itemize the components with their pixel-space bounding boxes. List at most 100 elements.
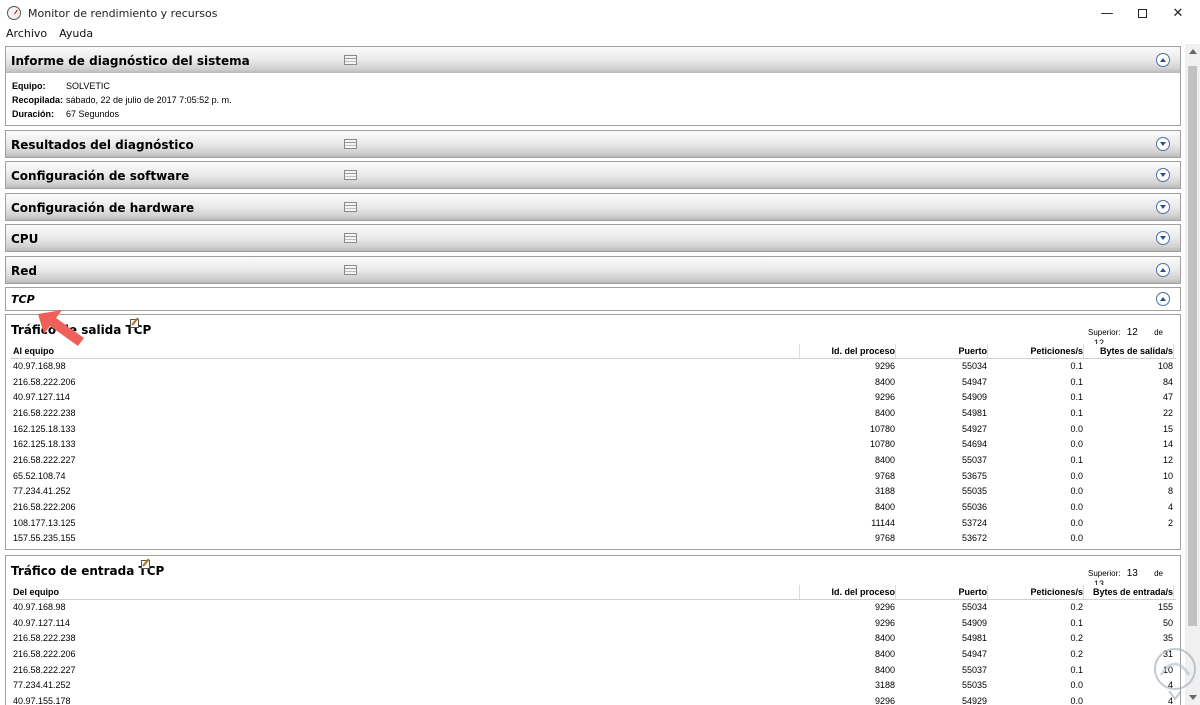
section-header[interactable]: Configuración de hardware — [6, 194, 1180, 220]
report-summary: Equipo: SOLVETIC Recopilada: sábado, 22 … — [6, 73, 1180, 121]
table-cell: 47 — [1162, 392, 1173, 403]
section-header[interactable]: Configuración de software — [6, 162, 1180, 188]
table-cell: 15 — [1162, 423, 1173, 434]
column-header[interactable]: Puerto — [898, 585, 990, 600]
menu-archivo[interactable]: Archivo — [0, 26, 53, 42]
table-row: 216.58.222.206 8400 55036 0.0 4 — [10, 499, 1176, 515]
table-cell: 50 — [1162, 617, 1173, 628]
vertical-scrollbar[interactable] — [1185, 44, 1200, 705]
table-row: 40.97.168.98 9296 55034 0.1 108 — [10, 358, 1176, 374]
section-cpu: CPU — [5, 224, 1181, 252]
table-view-icon[interactable] — [344, 139, 357, 149]
table-cell: 0.0 — [1070, 695, 1083, 705]
summary-label: Recopilada: — [12, 95, 64, 105]
column-header[interactable]: Al equipo — [10, 344, 802, 359]
table-view-icon[interactable] — [344, 55, 357, 65]
table-cell: 0.1 — [1070, 454, 1083, 465]
table-row: 216.58.222.206 8400 54947 0.1 84 — [10, 374, 1176, 390]
column-header[interactable]: Id. del proceso — [802, 585, 898, 600]
summary-label: Duración: — [12, 109, 55, 119]
column-header[interactable]: Peticiones/s — [990, 344, 1086, 359]
table-row: 65.52.108.74 9768 53675 0.0 10 — [10, 468, 1176, 484]
table-cell: 55036 — [961, 502, 987, 513]
table-cell: 0.1 — [1070, 361, 1083, 372]
edit-icon[interactable] — [141, 560, 150, 569]
table-row: 77.234.41.252 3188 55035 0.0 4 — [10, 677, 1176, 693]
column-header[interactable]: Del equipo — [10, 585, 802, 600]
column-header[interactable]: Peticiones/s — [990, 585, 1086, 600]
section-hardware-config: Configuración de hardware — [5, 193, 1181, 221]
table-row: 216.58.222.238 8400 54981 0.2 35 — [10, 630, 1176, 646]
table-cell: 9296 — [874, 617, 895, 628]
collapse-toggle-icon[interactable] — [1156, 53, 1170, 67]
table-cell: 40.97.168.98 — [13, 361, 66, 372]
table-cell: 55037 — [961, 454, 987, 465]
table-row: 40.97.168.98 9296 55034 0.2 155 — [10, 599, 1176, 615]
section-title: Red — [11, 264, 37, 278]
section-title: CPU — [11, 232, 39, 246]
column-header[interactable]: Id. del proceso — [802, 344, 898, 359]
collapse-toggle-icon[interactable] — [1156, 292, 1170, 306]
table-row: 216.58.222.227 8400 55037 0.1 10 — [10, 662, 1176, 678]
menu-ayuda[interactable]: Ayuda — [53, 26, 99, 42]
table-cell: 40.97.127.114 — [13, 617, 70, 628]
table-row: 162.125.18.133 10780 54694 0.0 14 — [10, 436, 1176, 452]
section-red: Red — [5, 256, 1181, 284]
table-cell: 0.0 — [1070, 502, 1083, 513]
table-cell: 55034 — [961, 361, 987, 372]
table-cell: 40.97.168.98 — [13, 602, 66, 613]
expand-toggle-icon[interactable] — [1156, 168, 1170, 182]
section-header[interactable]: TCP — [6, 288, 1180, 310]
table-cell: 0.2 — [1070, 633, 1083, 644]
table-cell: 0.0 — [1070, 517, 1083, 528]
table-cell: 55037 — [961, 664, 987, 675]
table-cell: 22 — [1162, 407, 1173, 418]
expand-toggle-icon[interactable] — [1156, 231, 1170, 245]
table-view-icon[interactable] — [344, 170, 357, 180]
close-button[interactable]: ✕ — [1155, 0, 1200, 26]
table-view-icon[interactable] — [344, 265, 357, 275]
section-header-report[interactable]: Informe de diagnóstico del sistema — [6, 47, 1180, 73]
table-cell: 216.58.222.238 — [13, 633, 76, 644]
table-cell: 53672 — [961, 533, 987, 544]
expand-toggle-icon[interactable] — [1156, 200, 1170, 214]
scroll-up-icon[interactable] — [1185, 44, 1200, 59]
section-header[interactable]: CPU — [6, 225, 1180, 251]
collapse-toggle-icon[interactable] — [1156, 263, 1170, 277]
table-cell: 8400 — [874, 633, 895, 644]
column-header[interactable]: Bytes de salida/s — [1086, 344, 1176, 359]
edit-icon[interactable] — [130, 319, 139, 328]
table-cell: 65.52.108.74 — [13, 470, 66, 481]
table-cell: 9296 — [874, 361, 895, 372]
table-cell: 0.0 — [1070, 533, 1083, 544]
table-cell: 54694 — [961, 439, 987, 450]
scrollbar-thumb[interactable] — [1188, 66, 1197, 626]
table-cell: 216.58.222.206 — [13, 648, 76, 659]
table-cell: 2 — [1167, 517, 1173, 528]
table-cell: 11144 — [871, 517, 895, 528]
table-cell: 0.2 — [1070, 648, 1083, 659]
table-cell: 9296 — [874, 602, 895, 613]
table-cell: 3188 — [874, 680, 895, 691]
column-header[interactable]: Bytes de entrada/s — [1086, 585, 1176, 600]
section-title: Informe de diagnóstico del sistema — [11, 54, 250, 68]
table-cell: 54947 — [961, 376, 987, 387]
table-cell: 10 — [1162, 470, 1173, 481]
section-title: Resultados del diagnóstico — [11, 138, 194, 152]
table-cell: 14 — [1162, 439, 1173, 450]
table-cell: 55035 — [961, 680, 987, 691]
section-header[interactable]: Red — [6, 257, 1180, 283]
expand-toggle-icon[interactable] — [1156, 137, 1170, 151]
table-view-icon[interactable] — [344, 233, 357, 243]
table-cell: 10780 — [869, 423, 895, 434]
table-view-icon[interactable] — [344, 202, 357, 212]
table-cell: 9296 — [874, 695, 895, 705]
table-cell — [1086, 531, 1176, 547]
section-header[interactable]: Resultados del diagnóstico — [6, 131, 1180, 157]
table-cell: 54909 — [961, 617, 987, 628]
column-header[interactable]: Puerto — [898, 344, 990, 359]
superior-label: Superior: — [1088, 569, 1121, 578]
superior-value: 12 — [1126, 327, 1138, 338]
of-label: de — [1154, 569, 1163, 578]
table-cell: 108 — [1157, 361, 1173, 372]
